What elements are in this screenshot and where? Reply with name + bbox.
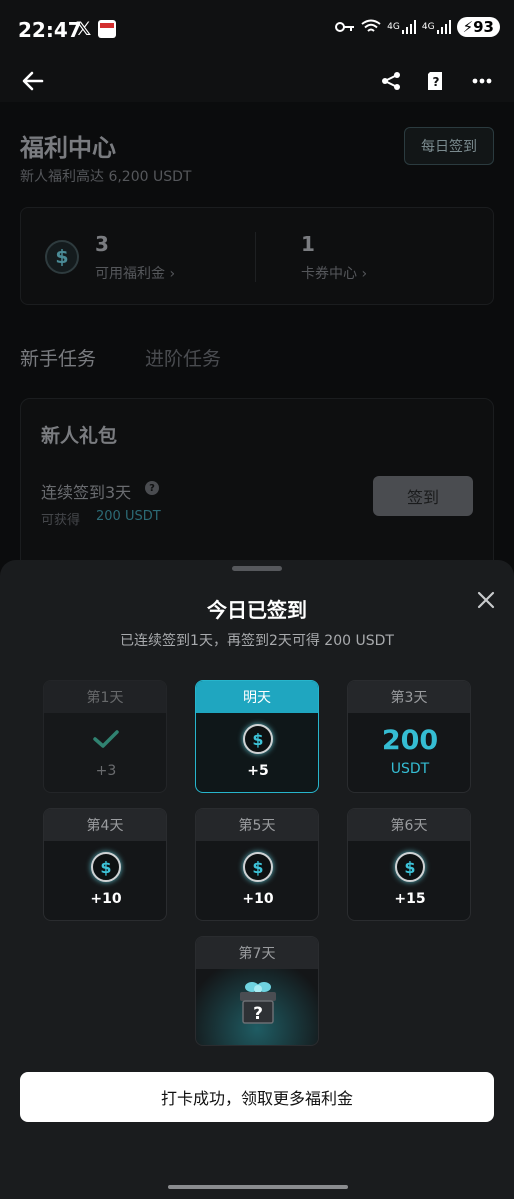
day-label: 第3天 [348,681,470,713]
close-button[interactable] [474,588,498,612]
status-time: 22:47 [18,18,82,42]
stats-divider [255,232,256,282]
day-label: 第5天 [196,809,318,841]
reward-amount: 200 USDT [96,509,161,524]
dollar-coin-icon: $ [91,852,121,882]
wifi-icon [361,19,381,32]
mystery-gift-icon: ? [240,982,276,1024]
network-label-2: 4G [421,22,435,32]
page-subtitle: 新人福利高达 6,200 USDT [20,169,192,185]
arrow-left-icon [22,71,44,91]
day-card-1: 第1天 +3 [43,680,167,793]
more-dots-icon [472,78,492,84]
battery-icon: ⚡93 [456,17,500,37]
gift-card-title: 新人礼包 [41,425,118,447]
claim-more-button[interactable]: 打卡成功，领取更多福利金 [20,1072,494,1122]
day-card-4: 第4天 $ +10 [43,808,167,921]
day-label: 第7天 [196,937,318,969]
battery-level: 93 [473,18,494,36]
day-amount: +10 [242,891,274,907]
question-icon[interactable]: ? [145,481,159,495]
key-icon [335,22,355,32]
day-amount: +15 [394,891,426,907]
share-icon [382,72,400,90]
help-doc-icon: ? [428,72,442,90]
day-card-7: 第7天 ? [195,936,319,1046]
help-button[interactable]: ? [424,60,448,102]
newbie-gift-card: 新人礼包 连续签到3天 ? 可获得 200 USDT 签到 [20,398,494,578]
signal-icon [401,20,416,34]
sheet-title: 今日已签到 [207,598,307,622]
daily-checkin-button[interactable]: 每日签到 [404,127,494,165]
day-card-6: 第6天 $ +15 [347,808,471,921]
earn-label: 可获得 [41,513,81,528]
tab-beginner-tasks[interactable]: 新手任务 [20,344,96,371]
status-bar: 22:47 𝕏 4G 4G ⚡93 [0,0,514,60]
share-button[interactable] [378,60,404,102]
task-name: 连续签到3天 [41,483,132,502]
available-bonus-value: 3 [95,232,109,256]
dollar-coin-icon: $ [395,852,425,882]
back-button[interactable] [16,60,50,102]
day-card-5: 第5天 $ +10 [195,808,319,921]
page: 22:47 𝕏 4G 4G ⚡93 ? 福利中心 新人福利高达 6,200 US… [0,0,514,1199]
svg-text:?: ? [433,75,440,89]
page-title: 福利中心 [20,134,116,162]
day-label: 第6天 [348,809,470,841]
dollar-coin-icon: $ [243,852,273,882]
gesture-nav-bar[interactable] [168,1185,348,1189]
status-icons: 4G 4G ⚡93 [335,17,500,37]
coupon-center-value: 1 [301,232,315,256]
x-app-icon: 𝕏 [76,18,92,40]
day-amount: +10 [90,891,122,907]
day-amount: +5 [247,763,269,779]
checkin-button[interactable]: 签到 [373,476,473,516]
check-icon [93,730,119,748]
day-card-2: 明天 $ +5 [195,680,319,793]
day-amount: +3 [95,763,117,779]
day-label: 第4天 [44,809,166,841]
dollar-coin-icon: $ [45,240,79,274]
close-icon [477,591,495,609]
day-big-amount: 200 [381,725,439,756]
stats-card: $ 3 可用福利金 › 1 卡券中心 › [20,207,494,305]
day-unit: USDT [390,761,430,777]
signal-icon-2 [436,20,451,34]
svg-text:?: ? [253,1004,263,1024]
tab-advanced-tasks[interactable]: 进阶任务 [145,344,221,371]
sheet-drag-handle[interactable] [232,566,282,571]
day-label: 第1天 [44,681,166,713]
coupon-center-link[interactable]: 卡券中心 › [301,263,367,283]
checkin-sheet: 今日已签到 已连续签到1天，再签到2天可得 200 USDT 第1天 +3 明天… [0,560,514,1199]
news-app-icon [98,20,116,38]
more-button[interactable] [468,60,496,102]
network-label: 4G [387,22,400,32]
dollar-coin-icon: $ [243,724,273,754]
day-card-3: 第3天 200 USDT [347,680,471,793]
available-bonus-link[interactable]: 可用福利金 › [95,263,175,283]
day-label: 明天 [196,681,318,713]
sheet-subtitle: 已连续签到1天，再签到2天可得 200 USDT [120,633,394,649]
